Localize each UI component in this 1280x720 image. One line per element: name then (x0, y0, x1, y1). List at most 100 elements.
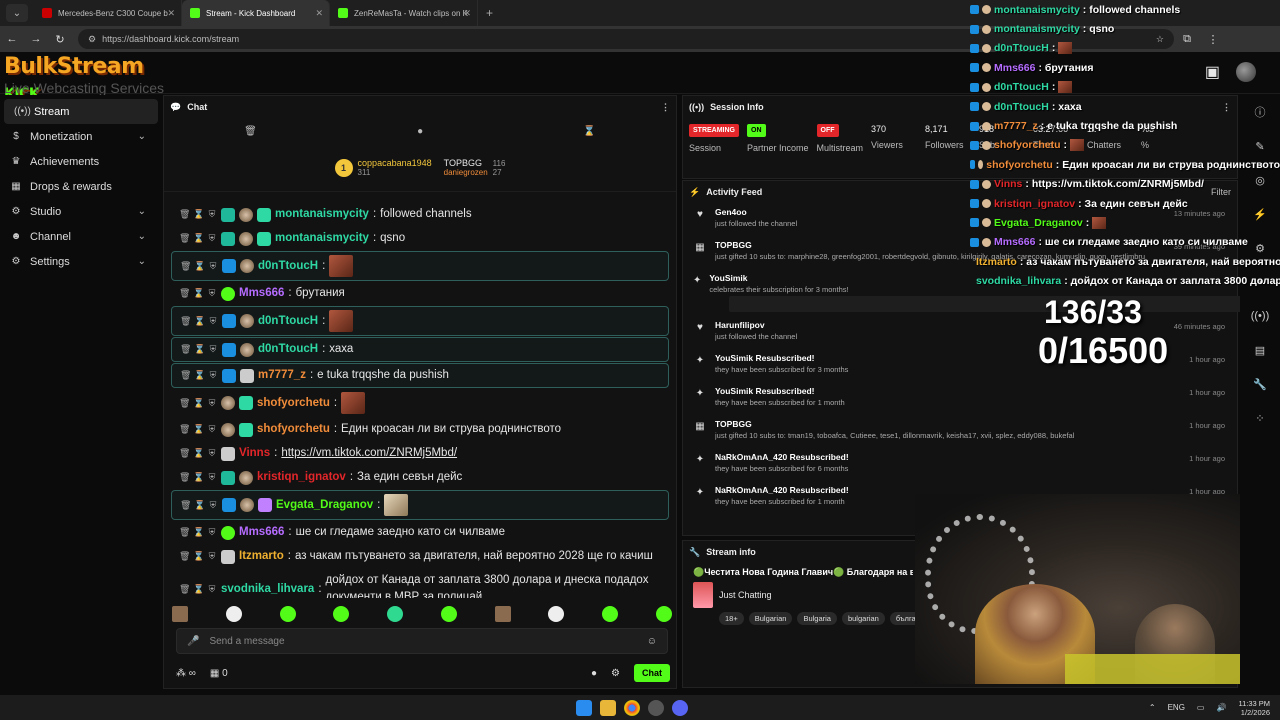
send-message-input[interactable]: 🎤 Send a message ☺ (176, 628, 668, 654)
trash-icon[interactable]: 🗑 (179, 445, 190, 462)
hourglass-icon[interactable]: ⌛ (193, 524, 204, 541)
sidebar-item-monetization[interactable]: $ Monetization ⌄ (0, 124, 162, 149)
volume-icon[interactable]: 🔊 (1216, 703, 1226, 712)
emote-icon[interactable] (494, 606, 511, 622)
points-icon[interactable]: ⁂ ∞ (176, 668, 196, 679)
emoji-icon[interactable]: ☺ (647, 636, 657, 647)
sidebar-item-stream[interactable]: ((•)) Stream (4, 99, 158, 124)
emote-icon[interactable] (225, 606, 242, 622)
forward-icon[interactable]: → (24, 33, 48, 45)
sidebar-item-drops[interactable]: ▦ Drops & rewards (0, 174, 162, 199)
trash-icon[interactable]: 🗑 (179, 469, 190, 486)
trash-icon[interactable]: 🗑 (244, 126, 257, 137)
shield-icon[interactable]: ⛨ (207, 421, 217, 438)
chrome-icon[interactable] (624, 699, 640, 716)
hourglass-icon[interactable]: ⌛ (193, 206, 204, 223)
hourglass-icon[interactable]: ⌛ (194, 313, 205, 330)
stream-tag[interactable]: 18+ (719, 612, 744, 625)
browser-tab-youtube[interactable]: Mercedes-Benz C300 Coupe b ✕ (34, 0, 182, 26)
hourglass-icon[interactable]: ⌛ (194, 367, 205, 384)
chat-send-button[interactable]: Chat (634, 664, 670, 682)
shield-icon[interactable]: ⛨ (207, 395, 217, 412)
activity-name[interactable]: TOPBGG (715, 419, 1175, 429)
hourglass-icon[interactable]: ⌛ (193, 445, 204, 462)
apps-icon[interactable]: ⁘ (1240, 401, 1280, 435)
obs-icon[interactable] (648, 699, 664, 716)
shield-icon[interactable]: ⛨ (207, 469, 217, 486)
chat-username[interactable]: Itzmarto (239, 548, 284, 565)
emote-icon[interactable] (279, 606, 296, 622)
trash-icon[interactable]: 🗑 (180, 313, 191, 330)
hourglass-icon[interactable]: ⌛ (194, 497, 205, 514)
browser-tab-kick-clips[interactable]: ZenReMasTa - Watch clips on K ✕ (330, 0, 478, 26)
trash-icon[interactable]: 🗑 (180, 497, 191, 514)
trash-icon[interactable]: 🗑 (179, 548, 190, 565)
stream-tag[interactable]: Bulgarian (748, 612, 793, 625)
chat-username[interactable]: montanaismycity (275, 230, 369, 247)
hourglass-icon[interactable]: ⌛ (194, 341, 205, 358)
trash-icon[interactable]: 🗑 (179, 524, 190, 541)
language-indicator[interactable]: ENG (1168, 703, 1185, 712)
network-icon[interactable]: ▭ (1197, 703, 1205, 712)
reload-icon[interactable]: ↻ (48, 33, 72, 46)
windows-start-icon[interactable] (576, 699, 592, 716)
close-icon[interactable]: ✕ (167, 8, 175, 19)
chat-username[interactable]: d0nTtoucH (258, 313, 318, 330)
sidebar-item-achievements[interactable]: ♛ Achievements (0, 149, 162, 174)
browser-tab-kick-dashboard[interactable]: Stream - Kick Dashboard ✕ (182, 0, 330, 26)
hourglass-icon[interactable]: ⌛ (193, 581, 204, 598)
trash-icon[interactable]: 🗑 (180, 341, 191, 358)
sidebar-item-settings[interactable]: ⚙ Settings ⌄ (0, 249, 162, 274)
broadcast-icon[interactable]: ((•)) (1240, 299, 1280, 333)
shield-icon[interactable]: ⛨ (207, 206, 217, 223)
site-info-icon[interactable]: ⚙ (88, 34, 96, 45)
hourglass-icon[interactable]: ⌛ (193, 548, 204, 565)
emote-icon[interactable] (172, 606, 188, 622)
trash-icon[interactable]: 🗑 (179, 206, 190, 223)
more-options-icon[interactable]: ⋮ (661, 102, 670, 113)
emote-icon[interactable] (333, 606, 350, 622)
emote-icon[interactable] (387, 606, 404, 622)
emote-icon[interactable] (548, 606, 565, 622)
gift-icon[interactable]: ▦ 0 (210, 668, 228, 679)
emote-icon[interactable] (655, 606, 672, 622)
chat-username[interactable]: Vinns (239, 445, 270, 462)
shield-icon[interactable]: ⛨ (207, 548, 217, 565)
emote-icon[interactable] (602, 606, 619, 622)
chat-username[interactable]: d0nTtoucH (258, 258, 318, 275)
chat-settings-bubble-icon[interactable]: ● (591, 668, 597, 679)
clock[interactable]: 11:33 PM 1/2/2026 (1238, 699, 1270, 717)
discord-icon[interactable] (672, 699, 688, 716)
close-icon[interactable]: ✕ (463, 8, 471, 19)
emote-icon[interactable] (440, 606, 457, 622)
gear-icon[interactable]: ⚙ (611, 668, 620, 679)
hourglass-icon[interactable]: ⌛ (193, 230, 204, 247)
microphone-icon[interactable]: 🎤 (187, 636, 199, 647)
stream-tag[interactable]: bulgarian (841, 612, 885, 625)
chat-username[interactable]: d0nTtoucH (258, 341, 318, 358)
chat-bubble-icon[interactable]: ● (417, 126, 423, 137)
shield-icon[interactable]: ⛨ (207, 285, 217, 302)
wrench-icon[interactable]: 🔧 (1240, 367, 1280, 401)
chat-link[interactable]: https://vm.tiktok.com/ZNRMj5Mbd/ (281, 447, 457, 459)
chat-username[interactable]: Mms666 (239, 285, 284, 302)
trash-icon[interactable]: 🗑 (179, 421, 190, 438)
shield-icon[interactable]: ⛨ (208, 258, 218, 275)
new-tab-button[interactable]: + (486, 6, 493, 20)
trash-icon[interactable]: 🗑 (179, 581, 190, 598)
hourglass-icon[interactable]: ⌛ (193, 285, 204, 302)
shield-icon[interactable]: ⛨ (207, 445, 217, 462)
sidebar-item-studio[interactable]: ⚙ Studio ⌄ (0, 199, 162, 224)
folder-icon[interactable] (600, 699, 616, 716)
close-icon[interactable]: ✕ (315, 8, 323, 19)
layout-icon[interactable]: ▤ (1240, 333, 1280, 367)
activity-name[interactable]: NaRkOmAnA_420 Resubscribed! (715, 452, 1175, 462)
activity-name[interactable]: YouSimik Resubscribed! (715, 386, 1175, 396)
tab-search-icon[interactable]: ⌄ (6, 4, 28, 22)
chat-username[interactable]: svodnika_lihvara (221, 581, 314, 598)
chat-username[interactable]: Evgata_Draganov (276, 497, 373, 514)
hourglass-icon[interactable]: ⌛ (583, 126, 595, 137)
trash-icon[interactable]: 🗑 (179, 395, 190, 412)
trash-icon[interactable]: 🗑 (179, 285, 190, 302)
hourglass-icon[interactable]: ⌛ (193, 395, 204, 412)
